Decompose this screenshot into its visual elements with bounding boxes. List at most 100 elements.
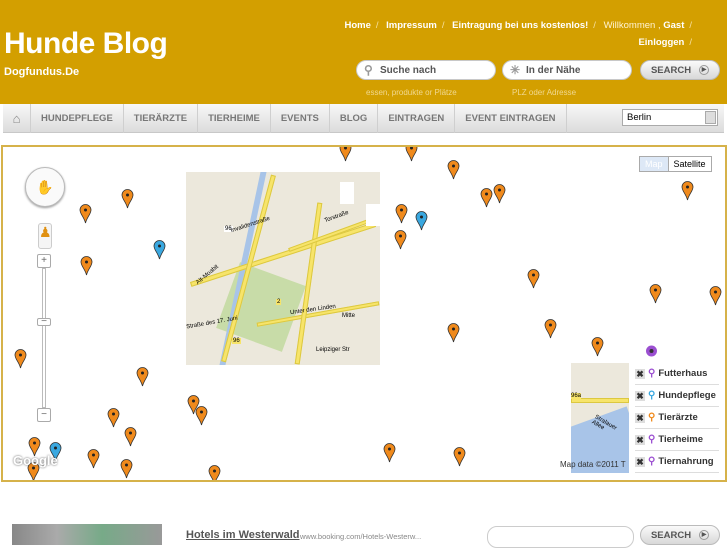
road-label: 96a (571, 393, 582, 399)
map-marker[interactable] (415, 211, 428, 231)
zoom-slider[interactable]: + − − (37, 254, 51, 422)
main-nav: ⌂ HUNDEPFLEGE TIERÄRZTE TIERHEIME EVENTS… (3, 104, 724, 133)
map-marker[interactable] (79, 204, 92, 224)
legend-label: Futterhaus (658, 368, 708, 379)
search-where-input[interactable]: ✳ In der Nähe (502, 60, 632, 80)
map-tile: 96a Stralauer Allee (571, 363, 629, 473)
map-marker[interactable] (405, 147, 418, 162)
marker-icon: ⚲ (648, 456, 656, 467)
close-icon[interactable]: ✖ (635, 434, 645, 445)
close-icon[interactable]: ✖ (635, 456, 645, 467)
legend-item[interactable]: ✖ ⚲ Tiernahrung (635, 451, 719, 473)
welcome-text: Willkommen , (603, 20, 661, 31)
google-logo[interactable]: Google (13, 453, 58, 468)
map-marker[interactable] (136, 367, 149, 387)
district-label: Mitte (342, 313, 356, 319)
map-marker[interactable] (709, 286, 722, 306)
pegman-icon[interactable]: ♟ (38, 223, 52, 249)
map-marker[interactable] (14, 349, 27, 369)
map-marker[interactable] (383, 443, 396, 463)
map-marker[interactable] (493, 184, 506, 204)
map-marker[interactable] (153, 240, 166, 260)
user-link[interactable]: Gast (663, 20, 684, 31)
map-marker[interactable] (447, 160, 460, 180)
login-link[interactable]: Einloggen (638, 37, 684, 48)
search-what-hint: essen, produkte or Plätze (366, 88, 457, 97)
map-type-control: Map Satellite (639, 156, 712, 172)
map-marker[interactable] (453, 447, 466, 467)
city-select[interactable]: Berlin (622, 109, 718, 126)
nav-event-eintragen[interactable]: EVENT EINTRAGEN (455, 104, 567, 133)
nav-home[interactable]: ⌂ (3, 104, 31, 133)
map-marker[interactable] (527, 269, 540, 289)
map[interactable]: 96 2 96 Unter den Linden Mitte Straße de… (1, 145, 727, 482)
search-placeholder: Suche nach (380, 65, 437, 76)
nav-blog[interactable]: BLOG (330, 104, 379, 133)
site-subtitle: Dogfundus.De (4, 66, 80, 78)
close-icon[interactable]: ✖ (635, 412, 645, 423)
legend-item[interactable]: ✖ ⚲ Futterhaus (635, 363, 719, 385)
nav-tierheime[interactable]: TIERHEIME (198, 104, 271, 133)
map-marker[interactable] (394, 230, 407, 250)
map-tile: 96 2 96 Unter den Linden Mitte Straße de… (186, 172, 380, 365)
search-button[interactable]: SEARCH ▶ (640, 60, 720, 80)
home-link[interactable]: Home (344, 20, 370, 31)
map-cluster-marker[interactable] (645, 344, 658, 365)
nav-events[interactable]: EVENTS (271, 104, 330, 133)
map-marker[interactable] (339, 147, 352, 162)
home-icon: ⌂ (12, 111, 21, 126)
map-marker[interactable] (649, 284, 662, 304)
search-where-hint: PLZ oder Adresse (512, 88, 577, 97)
map-marker[interactable] (208, 465, 221, 480)
eintragung-link[interactable]: Eintragung bei uns kostenlos! (452, 20, 588, 31)
map-marker[interactable] (87, 449, 100, 469)
map-copyright: Map data ©2011 T (560, 460, 626, 469)
chevron-down-icon (705, 111, 716, 124)
legend-label: Hundepflege (658, 390, 716, 401)
bottom-search-button[interactable]: SEARCH ▶ (640, 525, 720, 545)
location-icon: ✳ (510, 63, 521, 77)
search-what-input[interactable]: ⚲ Suche nach (356, 60, 496, 80)
nav-tieraerzte[interactable]: TIERÄRZTE (124, 104, 199, 133)
legend-label: Tierärzte (658, 412, 698, 423)
map-marker[interactable] (395, 204, 408, 224)
nav-eintragen[interactable]: EINTRAGEN (378, 104, 456, 133)
map-marker[interactable] (107, 408, 120, 428)
map-marker[interactable] (121, 189, 134, 209)
map-marker[interactable] (195, 406, 208, 426)
ad-link[interactable]: Hotels im Westerwald (186, 529, 300, 541)
map-marker[interactable] (80, 256, 93, 276)
marker-icon: ⚲ (648, 368, 656, 379)
zoom-track[interactable] (42, 268, 46, 408)
marker-icon: ⚲ (648, 390, 656, 401)
hand-icon: ✋ (36, 179, 54, 195)
ad-image[interactable] (12, 524, 162, 545)
zoom-handle[interactable]: − (37, 317, 51, 327)
marker-legend: ✖ ⚲ Futterhaus ✖ ⚲ Hundepflege ✖ ⚲ Tierärzte ✖ ⚲ Ti… (635, 363, 719, 473)
where-placeholder: In der Nähe (526, 65, 581, 76)
zoom-in-icon[interactable]: + (37, 254, 51, 268)
pan-control[interactable]: ✋ (25, 167, 65, 207)
site-title[interactable]: Hunde Blog (4, 27, 168, 61)
legend-item[interactable]: ✖ ⚲ Tierärzte (635, 407, 719, 429)
legend-item[interactable]: ✖ ⚲ Tierheime (635, 429, 719, 451)
search-button-label: SEARCH (650, 530, 692, 541)
close-icon[interactable]: ✖ (635, 368, 645, 379)
legend-item[interactable]: ✖ ⚲ Hundepflege (635, 385, 719, 407)
street-label: Torstraße (323, 209, 350, 225)
map-type-map[interactable]: Map (640, 157, 669, 171)
map-marker[interactable] (124, 427, 137, 447)
map-type-satellite[interactable]: Satellite (669, 157, 711, 171)
marker-icon: ⚲ (648, 412, 656, 423)
map-marker[interactable] (681, 181, 694, 201)
map-marker[interactable] (591, 337, 604, 357)
search-button-label: SEARCH (650, 65, 692, 76)
map-marker[interactable] (480, 188, 493, 208)
impressum-link[interactable]: Impressum (386, 20, 437, 31)
zoom-out-icon[interactable]: − (37, 408, 51, 422)
nav-hundepflege[interactable]: HUNDEPFLEGE (31, 104, 124, 133)
close-icon[interactable]: ✖ (635, 390, 645, 401)
map-marker[interactable] (544, 319, 557, 339)
map-marker[interactable] (120, 459, 133, 479)
map-marker[interactable] (447, 323, 460, 343)
